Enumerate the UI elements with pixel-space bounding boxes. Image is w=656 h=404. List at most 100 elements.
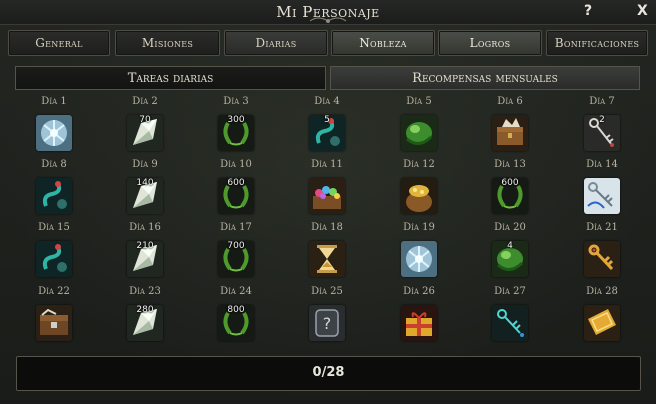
reward-slot[interactable] [36,241,72,277]
reward-slot[interactable] [492,115,528,151]
teal-serpent-potion-icon [36,241,72,277]
reward-slot[interactable] [36,178,72,214]
help-button[interactable]: ? [584,3,592,19]
day-cell: Día 8 [14,159,94,219]
day-label: Día 18 [311,222,343,233]
reward-slot[interactable] [401,305,437,341]
day-label: Día 14 [586,159,618,170]
day-label: Día 2 [132,96,158,107]
day-cell: Día 23 280 [105,286,185,346]
reward-slot[interactable]: 700 [218,241,254,277]
reward-slot[interactable]: 210 [127,241,163,277]
reward-slot[interactable]: 600 [492,178,528,214]
reward-slot[interactable] [401,241,437,277]
hourglass-icon [309,241,345,277]
gold-ticket-icon [584,305,620,341]
reward-quantity: 2 [599,115,605,125]
reward-slot[interactable] [36,115,72,151]
progress-text: 0/28 [312,365,345,380]
gift-box-icon [401,305,437,341]
day-label: Día 5 [406,96,432,107]
day-cell: Día 21 [562,222,642,282]
day-label: Día 7 [589,96,615,107]
day-label: Día 3 [223,96,249,107]
reward-slot[interactable]: 5 [309,115,345,151]
reward-quantity: 600 [227,178,245,188]
teal-serpent-potion-icon [36,178,72,214]
reward-slot[interactable]: 800 [218,305,254,341]
day-label: Día 20 [494,222,526,233]
blue-key-icon [584,178,620,214]
green-orb-icon [401,115,437,151]
day-label: Día 19 [403,222,435,233]
day-cell: Día 28 [562,286,642,346]
day-label: Día 13 [494,159,526,170]
tab-general[interactable]: General [8,30,110,56]
day-cell: Día 14 [562,159,642,219]
reward-quantity: 70 [139,115,151,125]
reward-slot[interactable] [309,241,345,277]
ornament-icon [309,17,347,23]
reward-slot[interactable] [401,115,437,151]
day-label: Día 8 [41,159,67,170]
day-label: Día 6 [497,96,523,107]
subtab-tareas-diarias[interactable]: Tareas diarias [15,66,326,90]
reward-slot[interactable] [36,305,72,341]
reward-quantity: 4 [507,241,513,251]
tab-bonificaciones[interactable]: Bonificaciones [546,30,648,56]
reward-slot[interactable]: 280 [127,305,163,341]
tab-diarias[interactable]: Diarias [224,30,328,56]
day-label: Día 23 [129,286,161,297]
reward-slot[interactable] [309,178,345,214]
day-cell: Día 2 70 [105,96,185,156]
day-cell: Día 4 5 [287,96,367,156]
day-cell: Día 12 [379,159,459,219]
day-label: Día 28 [586,286,618,297]
cyan-key-icon [492,305,528,341]
day-cell: Día 19 [379,222,459,282]
title-bar: Mi Personaje ? X [0,0,656,25]
reward-slot[interactable]: 600 [218,178,254,214]
reward-quantity: 800 [227,305,245,315]
day-cell: Día 11 [287,159,367,219]
reward-slot[interactable] [584,178,620,214]
day-cell: Día 26 [379,286,459,346]
day-label: Día 25 [311,286,343,297]
day-cell: Día 15 [14,222,94,282]
day-cell: Día 24 800 [196,286,276,346]
reward-slot[interactable] [401,178,437,214]
day-cell: Día 22 [14,286,94,346]
reward-slot[interactable]: 4 [492,241,528,277]
close-button[interactable]: X [637,3,648,19]
reward-slot[interactable]: 70 [127,115,163,151]
day-cell: Día 3 300 [196,96,276,156]
day-label: Día 22 [38,286,70,297]
gold-key-icon [584,241,620,277]
blue-crystal-orb-icon [36,115,72,151]
reward-slot[interactable]: 2 [584,115,620,151]
reward-slot[interactable] [584,241,620,277]
day-label: Día 10 [220,159,252,170]
subtab-recompensas-mensuales[interactable]: Recompensas mensuales [330,66,640,90]
day-cell: Día 6 [470,96,550,156]
day-cell: Día 13 600 [470,159,550,219]
reward-slot[interactable] [492,305,528,341]
day-cell: Día 20 4 [470,222,550,282]
day-cell: Día 1 [14,96,94,156]
gold-sack-icon [401,178,437,214]
tab-logros[interactable]: Logros [438,30,542,56]
tab-misiones[interactable]: Misiones [115,30,220,56]
day-cell: Día 25? [287,286,367,346]
reward-slot[interactable]: ? [309,305,345,341]
day-cell: Día 27 [470,286,550,346]
gem-chest-icon [309,178,345,214]
day-label: Día 21 [586,222,618,233]
reward-slot[interactable]: 300 [218,115,254,151]
day-cell: Día 5 [379,96,459,156]
day-label: Día 27 [494,286,526,297]
reward-slot[interactable]: 140 [127,178,163,214]
day-label: Día 17 [220,222,252,233]
day-label: Día 9 [132,159,158,170]
tab-nobleza[interactable]: Nobleza [331,30,435,56]
reward-slot[interactable] [584,305,620,341]
